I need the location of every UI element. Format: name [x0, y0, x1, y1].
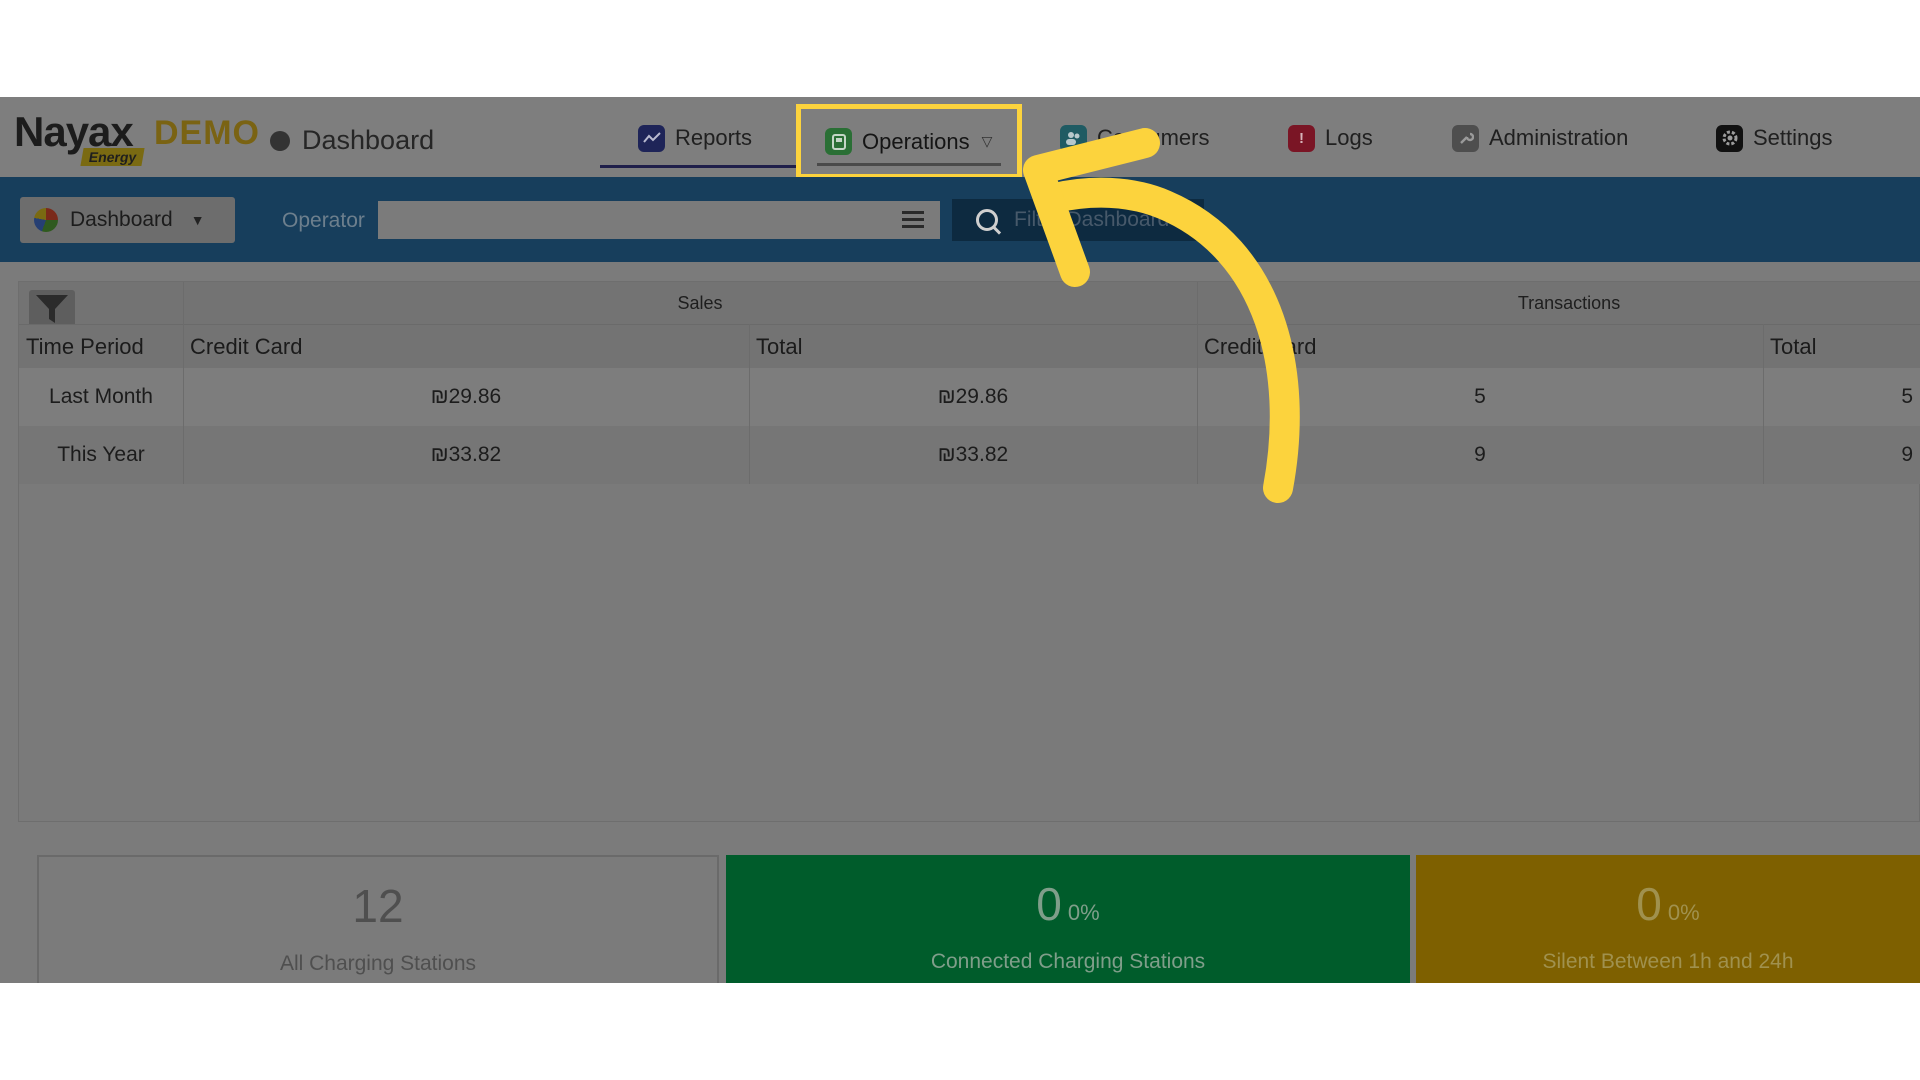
operator-input[interactable]	[378, 201, 940, 239]
alert-icon: !	[1288, 124, 1315, 152]
dashboard-select[interactable]: Dashboard ▼	[20, 197, 235, 243]
nav-administration[interactable]: Administration	[1452, 113, 1628, 163]
logo-energy: Energy	[80, 148, 146, 166]
nayax-logo[interactable]: Nayax DEMO Energy	[14, 108, 259, 166]
column-divider	[1197, 282, 1198, 484]
wrench-icon	[1452, 124, 1479, 152]
card-all-value: 12	[352, 880, 404, 932]
filter-bar: Dashboard ▼ Operator Filter Dashboard	[0, 177, 1920, 262]
card-connected-label: Connected Charging Stations	[930, 950, 1206, 973]
pie-chart-icon	[34, 208, 58, 232]
dashboard-icon	[270, 130, 290, 151]
nav-consumers[interactable]: Consumers	[1060, 113, 1209, 163]
col-time-period[interactable]: Time Period	[19, 325, 183, 369]
column-divider	[749, 324, 750, 484]
row-tx-total: 9	[1901, 443, 1913, 466]
row-sales-total: ₪33.82	[937, 443, 1009, 466]
nav-administration-label: Administration	[1489, 125, 1629, 150]
row-tx-credit-card: 5	[1474, 385, 1486, 408]
consumers-icon	[1060, 124, 1087, 152]
top-header: Nayax DEMO Energy Dashboard Reports Oper…	[0, 97, 1920, 179]
caret-down-icon: ▼	[190, 212, 205, 228]
card-silent-percent: 0%	[1667, 900, 1700, 925]
nav-reports[interactable]: Reports	[638, 113, 752, 163]
operations-icon	[825, 128, 852, 155]
logo-demo: DEMO	[154, 114, 260, 152]
column-divider	[183, 282, 184, 484]
card-connected-value-wrap: 0 0%	[726, 877, 1410, 931]
card-silent-stations[interactable]: 0 0% Silent Between 1h and 24h	[1416, 855, 1920, 983]
card-connected-value: 0	[1036, 878, 1062, 930]
nav-logs[interactable]: ! Logs	[1288, 113, 1373, 163]
row-tx-total: 5	[1901, 385, 1913, 408]
nav-operations[interactable]: Operations ▽	[809, 117, 1009, 166]
operations-highlight-box: Operations ▽	[796, 104, 1022, 179]
reports-icon	[638, 124, 665, 152]
operator-label: Operator	[282, 209, 365, 232]
gear-icon	[1716, 124, 1743, 152]
table-column-header: Time Period Credit Card Total Credit Car…	[19, 324, 1920, 369]
funnel-icon[interactable]	[29, 290, 75, 328]
card-silent-value: 0	[1636, 878, 1662, 930]
col-sales-total[interactable]: Total	[749, 325, 1197, 369]
filter-dashboard-button[interactable]: Filter Dashboard	[952, 199, 1204, 241]
page-title: Dashboard	[270, 125, 434, 156]
summary-table: Sales Transactions Time Period Credit Ca…	[18, 281, 1920, 822]
card-silent-value-wrap: 0 0%	[1416, 877, 1920, 931]
table-group-header: Sales Transactions	[19, 282, 1920, 328]
table-row: Last Month ₪29.86 ₪29.86 5 5	[19, 368, 1920, 426]
dashboard-select-label: Dashboard	[70, 208, 173, 231]
row-period: Last Month	[49, 385, 153, 408]
app-window: Nayax DEMO Energy Dashboard Reports Oper…	[0, 97, 1920, 983]
col-sales-credit-card[interactable]: Credit Card	[183, 325, 749, 369]
row-sales-total: ₪29.86	[937, 385, 1009, 408]
page-title-text: Dashboard	[302, 125, 435, 155]
col-tx-total[interactable]: Total	[1763, 325, 1920, 369]
group-sales: Sales	[677, 292, 723, 313]
card-all-charging-stations[interactable]: 12 All Charging Stations	[37, 855, 719, 983]
col-tx-credit-card[interactable]: Credit Card	[1197, 325, 1763, 369]
operations-underline	[817, 163, 1001, 166]
card-connected-charging-stations[interactable]: 0 0% Connected Charging Stations	[726, 855, 1410, 983]
nav-reports-label: Reports	[675, 125, 753, 150]
nav-settings[interactable]: Settings	[1716, 113, 1833, 163]
row-sales-credit-card: ₪33.82	[430, 443, 502, 466]
row-period: This Year	[57, 443, 145, 466]
group-transactions: Transactions	[1517, 292, 1621, 313]
filter-dashboard-label: Filter Dashboard	[1014, 208, 1170, 231]
row-tx-credit-card: 9	[1474, 443, 1486, 466]
card-silent-label: Silent Between 1h and 24h	[1542, 950, 1794, 973]
list-icon[interactable]	[902, 211, 924, 229]
nav-operations-label: Operations	[862, 128, 970, 154]
row-sales-credit-card: ₪29.86	[430, 385, 502, 408]
card-connected-percent: 0%	[1067, 900, 1100, 925]
search-icon	[976, 209, 998, 231]
nav-consumers-label: Consumers	[1097, 125, 1210, 150]
chevron-down-icon: ▽	[981, 133, 993, 149]
nav-logs-label: Logs	[1325, 125, 1373, 150]
column-divider	[1763, 324, 1764, 484]
card-all-label: All Charging Stations	[279, 952, 477, 975]
nav-settings-label: Settings	[1753, 125, 1833, 150]
table-row: This Year ₪33.82 ₪33.82 9 9	[19, 426, 1920, 484]
active-tab-underline	[600, 165, 796, 168]
